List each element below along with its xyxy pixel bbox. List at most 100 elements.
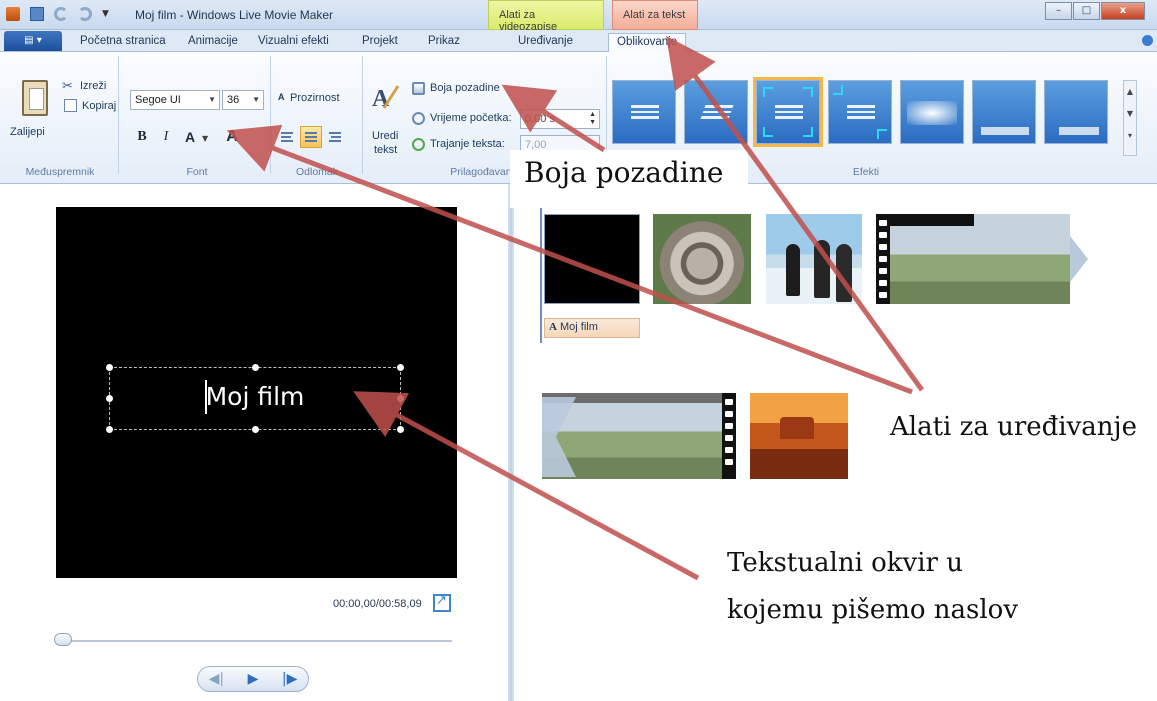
previous-frame-icon[interactable]: ◀| — [201, 671, 231, 687]
resize-handle[interactable] — [252, 364, 259, 371]
title-bar: ▼ Moj film - Windows Live Movie Maker Al… — [0, 0, 1157, 33]
font-size-combo[interactable]: 36 ▼ — [222, 90, 264, 110]
storyboard-clip-desert-birds[interactable] — [876, 214, 1070, 304]
paint-bucket-icon — [412, 82, 425, 95]
align-left-button[interactable] — [276, 126, 298, 148]
chevron-down-icon: ▼ — [208, 95, 216, 104]
group-divider — [362, 56, 363, 174]
align-center-button[interactable] — [300, 126, 322, 148]
transparency-button[interactable]: Prozirnost — [290, 92, 340, 104]
timecode: 00:00,00/00:58,09 — [333, 598, 422, 610]
tab-project[interactable]: Projekt — [362, 33, 398, 52]
group-label-clipboard: Međuspremnik — [25, 166, 95, 178]
effect-glow-icon[interactable] — [900, 80, 964, 144]
tab-edit[interactable]: Uređivanje — [518, 33, 573, 52]
effects-gallery — [612, 77, 1120, 156]
italic-button[interactable]: I — [156, 127, 176, 147]
edit-text-icon[interactable]: A — [370, 82, 400, 112]
tab-view[interactable]: Prikaz — [428, 33, 460, 52]
effect-drop-icon[interactable] — [1044, 80, 1108, 144]
transparency-icon: A — [278, 92, 285, 102]
maximize-button[interactable]: □ — [1073, 2, 1100, 20]
tab-format[interactable]: Oblikovanje — [608, 33, 687, 52]
storyboard-clip-koala[interactable] — [653, 214, 751, 304]
font-size-value: 36 — [227, 94, 240, 106]
chevron-down-icon: ▼ — [252, 95, 260, 104]
file-menu-button[interactable]: ▤ ▾ — [4, 31, 62, 51]
undo-icon[interactable] — [54, 7, 68, 21]
seek-bar[interactable] — [58, 640, 452, 642]
start-time-spinner[interactable]: 0,00 s ▲ ▼ — [520, 109, 600, 129]
title-caption[interactable]: A Moj film — [544, 318, 640, 338]
help-icon[interactable] — [1142, 35, 1153, 46]
quick-access-toolbar: ▼ — [6, 7, 109, 21]
annotation-background-color: Boja pozadine — [524, 156, 724, 189]
grow-font-button[interactable]: A — [222, 127, 242, 147]
title-text-box[interactable]: Moj film — [106, 364, 404, 433]
storyboard-clip-desert[interactable] — [750, 393, 848, 479]
paste-button[interactable]: Zalijepi — [10, 126, 45, 138]
context-tab-video-tools[interactable]: Alati za videozapise — [488, 0, 604, 33]
caption-text-icon: A — [549, 321, 557, 333]
cut-button[interactable]: Izreži — [80, 80, 106, 92]
resize-handle[interactable] — [106, 395, 113, 402]
save-icon[interactable] — [30, 7, 44, 21]
edit-text-label-line2[interactable]: tekst — [374, 144, 397, 156]
spinner-arrows-icon[interactable]: ▲ ▼ — [589, 111, 596, 127]
font-name-combo[interactable]: Segoe UI ▼ — [130, 90, 220, 110]
effect-sweep-icon[interactable] — [684, 80, 748, 144]
group-divider — [270, 56, 271, 174]
bold-button[interactable]: B — [132, 127, 152, 147]
group-label-font: Font — [186, 166, 208, 178]
scissors-icon[interactable]: ✂ — [62, 79, 73, 94]
resize-handle[interactable] — [106, 426, 113, 433]
svg-text:A: A — [372, 86, 390, 112]
customize-toolbar-icon[interactable]: ▼ — [102, 9, 109, 19]
effect-zoom-in-icon[interactable] — [753, 77, 823, 147]
annotation-text-box-line2: kojemu pišemo naslov — [727, 595, 1019, 625]
clock-icon — [412, 112, 425, 125]
tab-visual-effects[interactable]: Vizualni efekti — [258, 33, 329, 52]
pane-splitter[interactable] — [508, 184, 514, 701]
effect-slide-icon[interactable] — [972, 80, 1036, 144]
transition-arrow-icon — [542, 397, 576, 477]
window-controls: – □ x — [1045, 2, 1145, 20]
copy-icon[interactable] — [64, 99, 77, 112]
effect-zoom-out-icon[interactable] — [828, 80, 892, 144]
context-tab-text-tools[interactable]: Alati za tekst — [612, 0, 698, 30]
resize-handle[interactable] — [252, 426, 259, 433]
expand-preview-icon[interactable] — [433, 593, 451, 612]
storyboard-clip-title[interactable] — [544, 214, 640, 304]
chevron-down-icon[interactable]: ▼ — [202, 134, 208, 143]
resize-handle[interactable] — [106, 364, 113, 371]
annotation-editing-tools: Alati za uređivanje — [890, 412, 1137, 442]
title-text[interactable]: Moj film — [110, 382, 400, 411]
redo-icon[interactable] — [78, 7, 92, 21]
effect-fly-in-icon[interactable] — [612, 80, 676, 144]
transition-arrow-icon — [1070, 236, 1088, 282]
gallery-scroll[interactable]: ▲ ▼ ▾ — [1123, 80, 1137, 156]
font-color-button[interactable]: A — [180, 127, 200, 147]
paste-icon[interactable] — [22, 80, 48, 116]
annotation-text-box-line1: Tekstualni okvir u — [727, 548, 963, 578]
edit-text-label-line1[interactable]: Uredi — [372, 130, 398, 142]
start-time-value: 0,00 s — [525, 113, 555, 125]
background-color-button[interactable]: Boja pozadine — [430, 82, 500, 94]
duration-label: Trajanje teksta: — [430, 138, 505, 150]
copy-button[interactable]: Kopiraj — [82, 100, 116, 112]
app-menu-icon[interactable] — [6, 7, 20, 21]
play-icon[interactable]: ▶ — [238, 671, 268, 687]
minimize-button[interactable]: – — [1045, 2, 1072, 20]
tab-home[interactable]: Početna stranica — [80, 33, 166, 52]
resize-handle[interactable] — [397, 426, 404, 433]
align-right-button[interactable] — [324, 126, 346, 148]
close-button[interactable]: x — [1101, 2, 1145, 20]
resize-handle[interactable] — [397, 364, 404, 371]
resize-handle[interactable] — [397, 395, 404, 402]
ribbon-tabs: ▤ ▾ Početna stranica Animacije Vizualni … — [0, 30, 1157, 52]
tab-animations[interactable]: Animacije — [188, 33, 238, 52]
next-frame-icon[interactable]: |▶ — [275, 671, 305, 687]
group-label-paragraph: Odlomak — [295, 166, 338, 178]
seek-thumb[interactable] — [54, 633, 72, 646]
storyboard-clip-penguins[interactable] — [766, 214, 862, 304]
